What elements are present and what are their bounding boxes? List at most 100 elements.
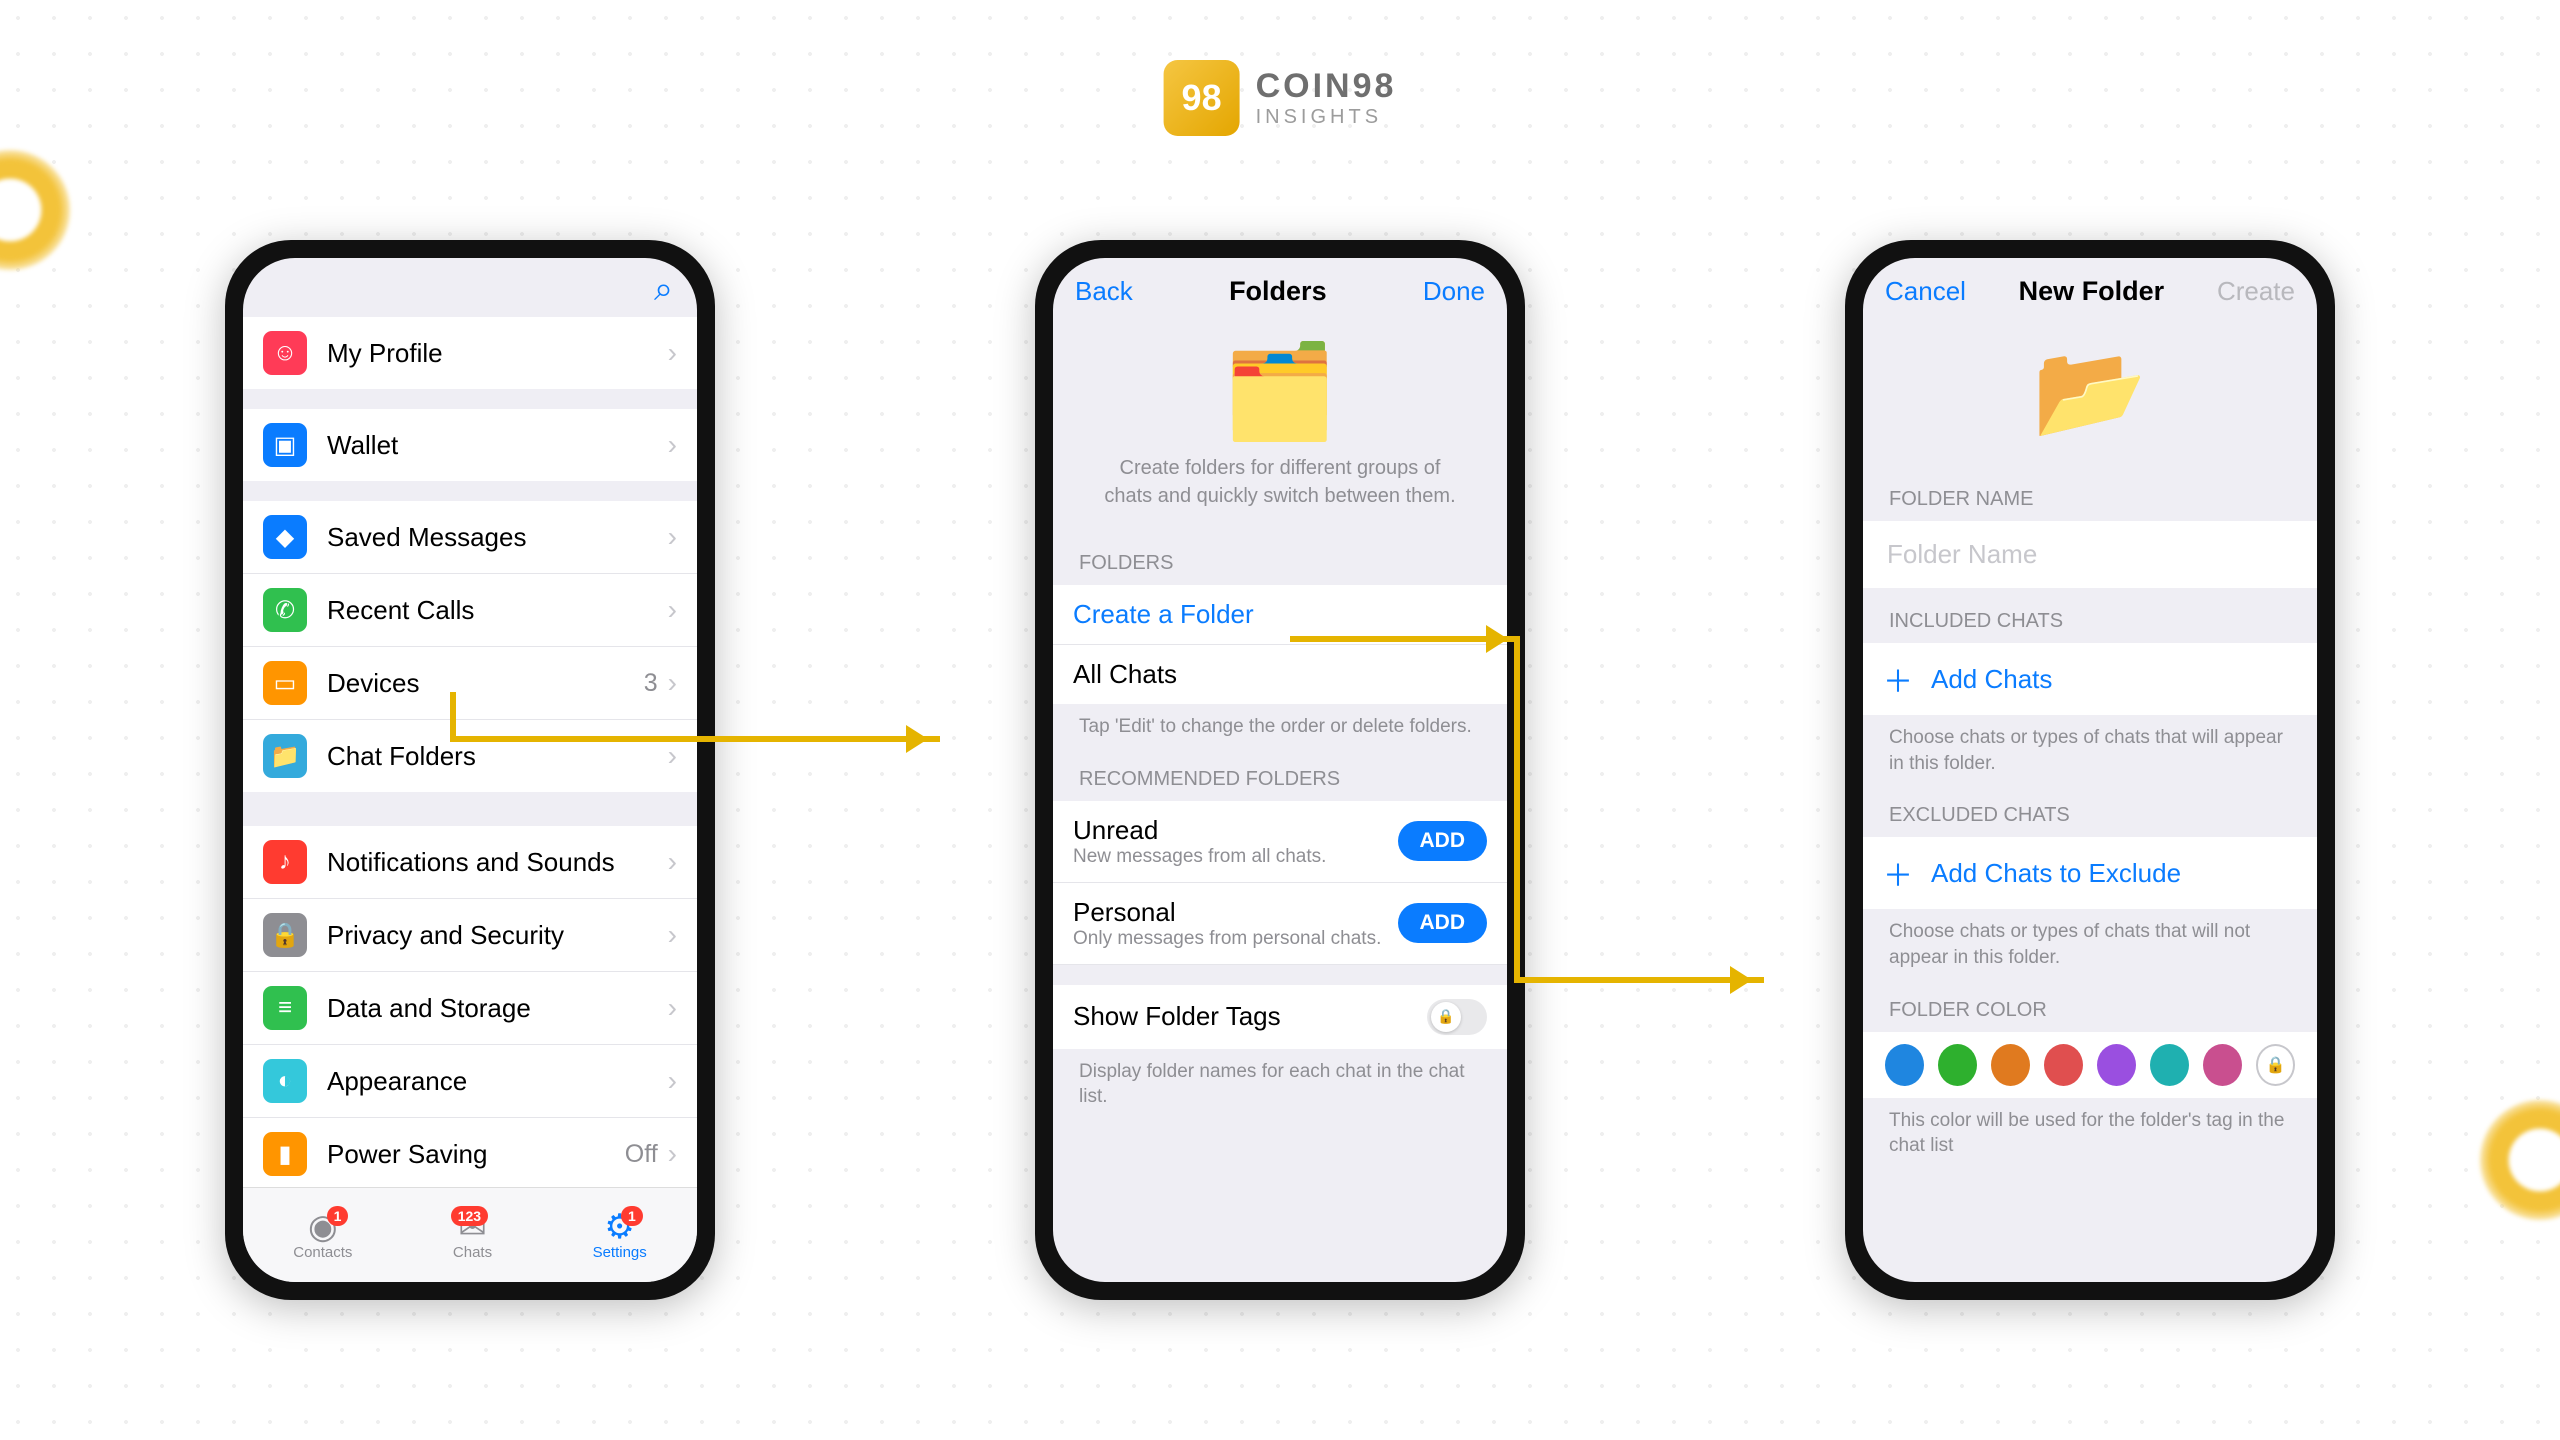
plus-icon: ＋ <box>1883 657 1913 701</box>
chevron-right-icon: › <box>668 429 677 461</box>
phone-new-folder: Cancel New Folder Create 📂 FOLDER NAME F… <box>1845 240 2335 1300</box>
section-excluded: EXCLUDED CHATS <box>1863 782 2317 837</box>
tab-label: Chats <box>453 1244 492 1261</box>
tags-footer: Display folder names for each chat in th… <box>1053 1049 1507 1116</box>
row-all-chats[interactable]: All Chats <box>1053 645 1507 704</box>
included-footer: Choose chats or types of chats that will… <box>1863 715 2317 782</box>
row-label: Notifications and Sounds <box>327 847 668 878</box>
row-label: Devices <box>327 668 644 699</box>
add-button[interactable]: ADD <box>1398 821 1488 861</box>
tab-label: Settings <box>593 1244 647 1261</box>
excluded-footer: Choose chats or types of chats that will… <box>1863 909 2317 976</box>
row-wallet[interactable]: ▣ Wallet › <box>243 409 697 481</box>
color-swatch[interactable] <box>2150 1044 2189 1086</box>
rec-sub: Only messages from personal chats. <box>1073 928 1398 950</box>
row-label: My Profile <box>327 338 668 369</box>
tab-label: Contacts <box>293 1244 352 1261</box>
color-swatch[interactable] <box>1991 1044 2030 1086</box>
rec-row-personal: Personal Only messages from personal cha… <box>1053 883 1507 965</box>
color-swatch[interactable] <box>2044 1044 2083 1086</box>
add-chats-label: Add Chats <box>1931 664 2297 695</box>
row-label: Data and Storage <box>327 993 668 1024</box>
brand-icon: 98 <box>1164 60 1240 136</box>
row-label: Appearance <box>327 1066 668 1097</box>
row-add-chats[interactable]: ＋ Add Chats <box>1863 643 2317 715</box>
tab-chats[interactable]: ✉ Chats 123 <box>453 1210 492 1261</box>
folders-footer: Tap 'Edit' to change the order or delete… <box>1053 704 1507 746</box>
row-value: Off <box>625 1140 658 1169</box>
badge: 123 <box>451 1206 488 1226</box>
battery-icon: ▮ <box>263 1132 307 1176</box>
create-button[interactable]: Create <box>2217 276 2295 307</box>
row-recent-calls[interactable]: ✆ Recent Calls › <box>243 574 697 647</box>
row-my-profile[interactable]: ☺ My Profile › <box>243 317 697 389</box>
row-appearance[interactable]: ◐ Appearance › <box>243 1045 697 1118</box>
row-add-chats-exclude[interactable]: ＋ Add Chats to Exclude <box>1863 837 2317 909</box>
chevron-right-icon: › <box>668 846 677 878</box>
section-folder-name: FOLDER NAME <box>1863 466 2317 521</box>
color-swatch[interactable] <box>2097 1044 2136 1086</box>
nav-bar: Back Folders Done <box>1053 258 1507 321</box>
chevron-right-icon: › <box>668 740 677 772</box>
row-notifications[interactable]: ♪ Notifications and Sounds › <box>243 826 697 899</box>
rec-name: Unread <box>1073 815 1398 846</box>
database-icon: ≡ <box>263 986 307 1030</box>
color-swatch[interactable] <box>2203 1044 2242 1086</box>
color-swatch[interactable] <box>1938 1044 1977 1086</box>
section-recommended: RECOMMENDED FOLDERS <box>1053 746 1507 801</box>
rec-name: Personal <box>1073 897 1398 928</box>
tab-settings[interactable]: ⚙ Settings 1 <box>593 1210 647 1261</box>
tab-contacts[interactable]: ◉ Contacts 1 <box>293 1210 352 1261</box>
done-button[interactable]: Done <box>1423 276 1485 307</box>
row-saved-messages[interactable]: ◆ Saved Messages › <box>243 501 697 574</box>
cancel-button[interactable]: Cancel <box>1885 276 1966 307</box>
color-picker: 🔒 <box>1863 1032 2317 1098</box>
wallet-icon: ▣ <box>263 423 307 467</box>
row-chat-folders[interactable]: 📁 Chat Folders › <box>243 720 697 792</box>
phone-icon: ✆ <box>263 588 307 632</box>
color-locked[interactable]: 🔒 <box>2256 1044 2295 1086</box>
badge: 1 <box>621 1206 643 1226</box>
row-value: 3 <box>644 669 658 698</box>
toggle-show-tags[interactable]: 🔒 <box>1427 999 1487 1035</box>
row-data-storage[interactable]: ≡ Data and Storage › <box>243 972 697 1045</box>
row-label: Recent Calls <box>327 595 668 626</box>
row-show-folder-tags[interactable]: Show Folder Tags 🔒 <box>1053 985 1507 1049</box>
row-privacy[interactable]: 🔒 Privacy and Security › <box>243 899 697 972</box>
rec-row-unread: Unread New messages from all chats. ADD <box>1053 801 1507 883</box>
chevron-right-icon: › <box>668 521 677 553</box>
nav-bar: Cancel New Folder Create <box>1863 258 2317 321</box>
phone-folders: Back Folders Done 🗂️ Create folders for … <box>1035 240 1525 1300</box>
back-button[interactable]: Back <box>1075 276 1133 307</box>
open-folder-illustration: 📂 <box>1903 339 2277 446</box>
profile-icon: ☺ <box>263 331 307 375</box>
row-label: Power Saving <box>327 1139 625 1170</box>
brand-logo: 98 COIN98 INSIGHTS <box>1164 60 1397 136</box>
color-footer: This color will be used for the folder's… <box>1863 1098 2317 1165</box>
arrow-2-end <box>1514 977 1764 983</box>
chevron-right-icon: › <box>668 919 677 951</box>
brand-name: COIN98 <box>1256 67 1397 106</box>
rec-sub: New messages from all chats. <box>1073 846 1398 868</box>
all-chats-label: All Chats <box>1073 659 1487 690</box>
row-power-saving[interactable]: ▮ Power Saving Off › <box>243 1118 697 1187</box>
brand-sub: INSIGHTS <box>1256 106 1397 129</box>
chevron-right-icon: › <box>668 1138 677 1170</box>
chevron-right-icon: › <box>668 667 677 699</box>
folder-name-input[interactable]: Folder Name <box>1863 521 2317 588</box>
add-button[interactable]: ADD <box>1398 903 1488 943</box>
chevron-right-icon: › <box>668 337 677 369</box>
row-devices[interactable]: ▭ Devices 3 › <box>243 647 697 720</box>
nav-title: Folders <box>1229 276 1327 307</box>
folders-caption: Create folders for different groups of c… <box>1093 454 1467 510</box>
lock-icon: 🔒 <box>263 913 307 957</box>
search-icon[interactable]: ⌕ <box>243 258 697 317</box>
bell-icon: ♪ <box>263 840 307 884</box>
bookmark-icon: ◆ <box>263 515 307 559</box>
phone-settings: ⌕ ☺ My Profile › ▣ Wallet › <box>225 240 715 1300</box>
color-swatch[interactable] <box>1885 1044 1924 1086</box>
chevron-right-icon: › <box>668 992 677 1024</box>
tab-bar: ◉ Contacts 1 ✉ Chats 123 ⚙ Settings 1 <box>243 1187 697 1282</box>
badge: 1 <box>327 1206 349 1226</box>
row-label: Saved Messages <box>327 522 668 553</box>
